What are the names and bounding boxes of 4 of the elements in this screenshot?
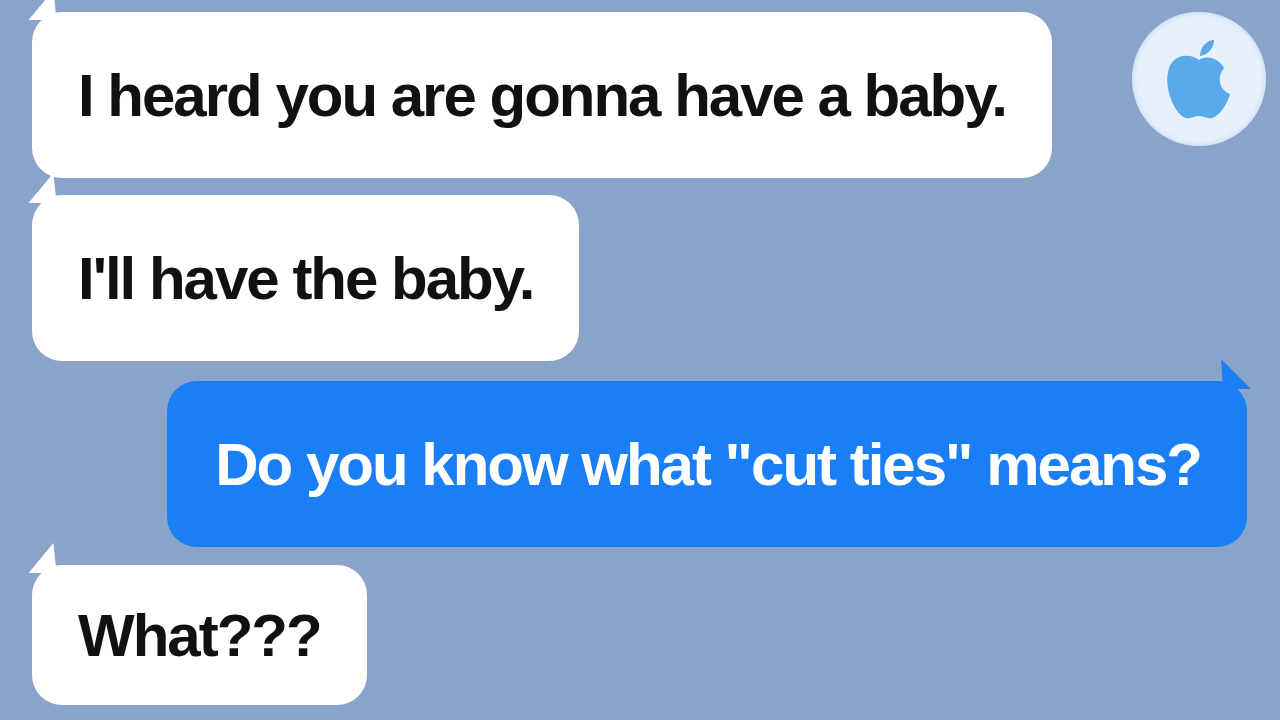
message-text: I heard you are gonna have a baby.: [78, 60, 1006, 130]
message-text: Do you know what "cut ties" means?: [215, 429, 1201, 499]
message-text: What???: [78, 600, 321, 670]
message-text: I'll have the baby.: [78, 243, 534, 313]
